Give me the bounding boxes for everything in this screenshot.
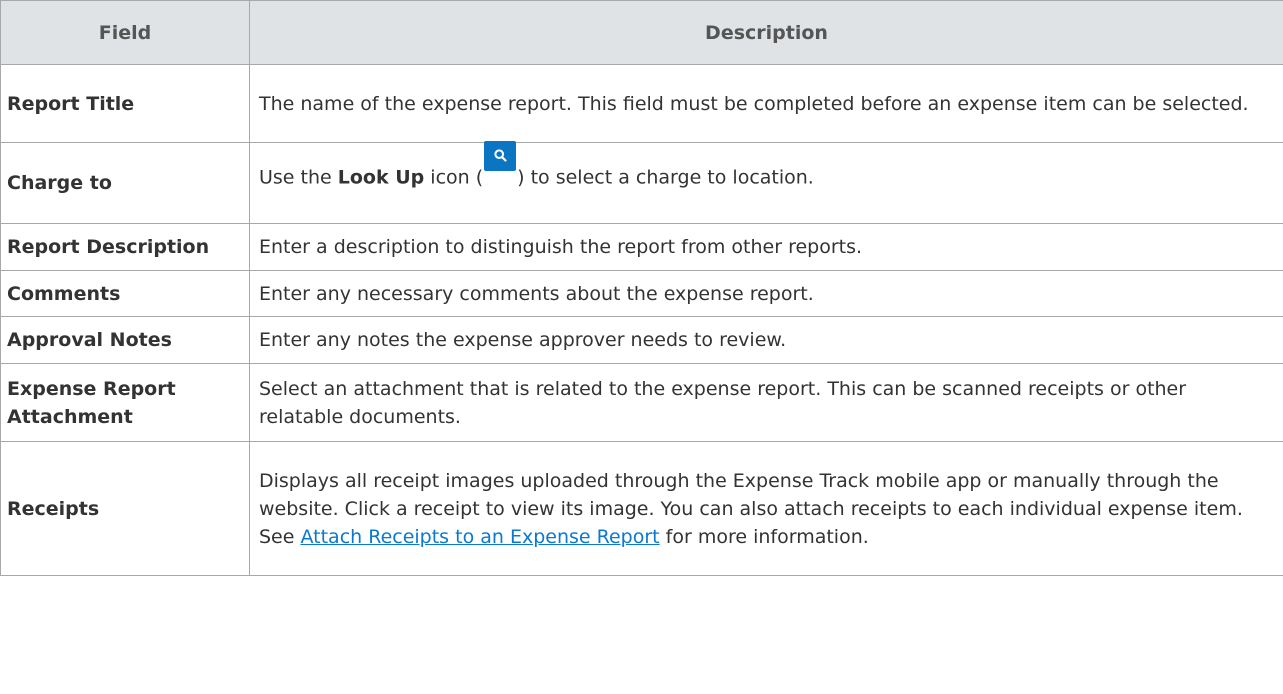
table-row: Charge to Use the Look Up icon ( ) to sel…: [0, 141, 1283, 224]
field-name-receipts: Receipts: [0, 441, 250, 576]
description-receipts: Displays all receipt images uploaded thr…: [249, 441, 1283, 576]
field-name-approval-notes: Approval Notes: [0, 316, 250, 364]
table-row: Comments Enter any necessary comments ab…: [0, 270, 1283, 317]
attach-receipts-link[interactable]: Attach Receipts to an Expense Report: [300, 526, 659, 548]
table-row: Approval Notes Enter any notes the expen…: [0, 316, 1283, 364]
field-name-report-description: Report Description: [0, 223, 250, 271]
field-name-charge-to: Charge to: [0, 142, 250, 224]
table-row: Expense Report Attachment Select an atta…: [0, 363, 1283, 442]
description-column-header: Description: [249, 0, 1283, 65]
field-name-expense-report-attachment: Expense Report Attachment: [0, 363, 250, 442]
receipts-text-after: for more information.: [659, 525, 869, 548]
table-row: Receipts Displays all receipt images upl…: [0, 441, 1283, 576]
search-icon: [484, 141, 517, 171]
description-comments: Enter any necessary comments about the e…: [249, 270, 1283, 317]
description-report-title: The name of the expense report. This fie…: [249, 64, 1283, 143]
table-row: Report Title The name of the expense rep…: [0, 64, 1283, 143]
charge-to-text-after: ) to select a charge to location.: [517, 166, 814, 189]
field-column-header: Field: [0, 0, 250, 65]
field-name-report-title: Report Title: [0, 64, 250, 143]
look-up-label: Look Up: [337, 166, 425, 189]
field-name-comments: Comments: [0, 270, 250, 317]
charge-to-text-mid: icon (: [424, 166, 484, 189]
header-row: Field Description: [0, 0, 1283, 65]
field-description-table: Field Description Report Title The name …: [0, 0, 1283, 576]
description-expense-report-attachment: Select an attachment that is related to …: [249, 363, 1283, 442]
description-approval-notes: Enter any notes the expense approver nee…: [249, 316, 1283, 364]
description-report-description: Enter a description to distinguish the r…: [249, 223, 1283, 271]
description-charge-to: Use the Look Up icon ( ) to select a char…: [249, 141, 1283, 224]
table-row: Report Description Enter a description t…: [0, 223, 1283, 271]
charge-to-text-before: Use the: [259, 166, 338, 189]
